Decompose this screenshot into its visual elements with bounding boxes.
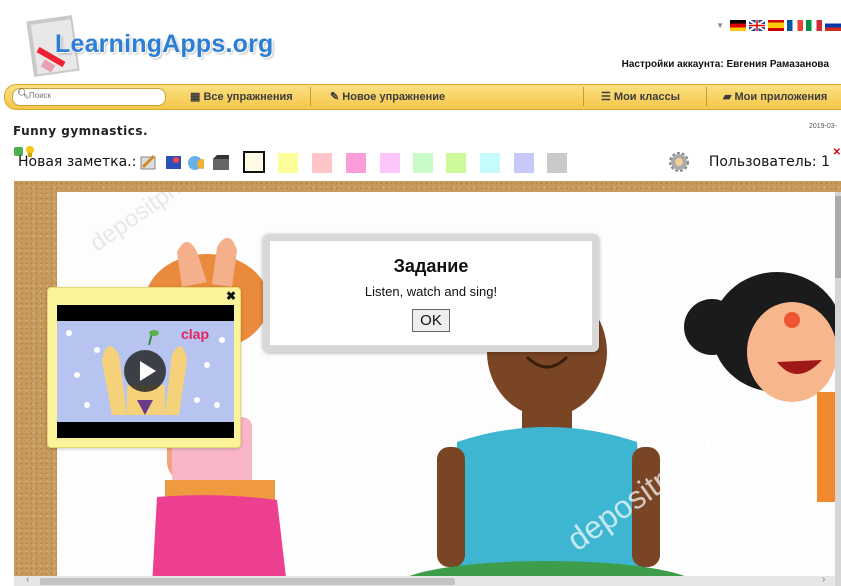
color-swatch[interactable] [413, 153, 433, 173]
flag-en-icon[interactable] [749, 20, 765, 31]
page-title: Funny gymnastics. [13, 124, 149, 138]
color-swatch[interactable] [446, 153, 466, 173]
settings-gear-icon[interactable] [668, 151, 690, 173]
nav-my-apps[interactable]: ▰ Мои приложения [723, 90, 827, 103]
search-icon[interactable]: 🔍︎ [17, 89, 30, 100]
flag-ru-icon[interactable] [825, 20, 841, 31]
flag-fr-icon[interactable] [787, 20, 803, 31]
nav-divider [583, 87, 584, 106]
color-swatch-selected[interactable] [243, 151, 265, 173]
scroll-right-icon[interactable]: › [822, 574, 825, 585]
video-note-icon[interactable] [212, 154, 229, 171]
close-note-icon[interactable]: ✖ [226, 289, 236, 303]
user-count-label: Пользователь: 1 [708, 154, 830, 170]
nav-my-classes[interactable]: ☰ Мои классы [601, 90, 680, 103]
color-swatch[interactable] [278, 153, 298, 173]
flag-de-icon[interactable] [730, 20, 746, 31]
color-swatch[interactable] [480, 153, 500, 173]
play-button[interactable] [124, 350, 166, 392]
nav-divider [310, 87, 311, 106]
search-input[interactable] [29, 89, 159, 102]
color-swatch[interactable] [380, 153, 400, 173]
account-settings-link[interactable]: Настройки аккаунта: Евгения Рамазанова [622, 59, 829, 70]
dropdown-arrow-icon[interactable]: ▼ [716, 21, 724, 30]
grid-icon: ▦ [190, 91, 204, 103]
nav-new-exercise[interactable]: ✎ Новое упражнение [330, 90, 445, 103]
nav-all-exercises[interactable]: ▦ Все упражнения [190, 90, 293, 103]
new-note-label: Новая заметка.: [18, 154, 137, 170]
text-note-icon[interactable] [140, 154, 157, 171]
flag-es-icon[interactable] [768, 20, 784, 31]
color-swatch[interactable] [514, 153, 534, 173]
task-dialog-text: Listen, watch and sing! [364, 284, 498, 299]
color-swatch[interactable] [547, 153, 567, 173]
color-swatch[interactable] [346, 153, 366, 173]
language-selector[interactable]: ▼ [716, 20, 841, 31]
list-icon: ☰ [601, 91, 614, 103]
color-swatch[interactable] [312, 153, 332, 173]
flag-it-icon[interactable] [806, 20, 822, 31]
svg-text:depositphotos: depositphotos [85, 192, 223, 257]
ok-button[interactable]: OK [412, 309, 450, 332]
vertical-scrollbar-thumb[interactable] [835, 196, 841, 278]
nav-divider [706, 87, 707, 106]
horizontal-scrollbar-thumb[interactable] [40, 578, 455, 585]
scroll-left-icon[interactable]: ‹ [26, 574, 29, 585]
pencil-icon: ✎ [330, 91, 343, 103]
folder-icon: ▰ [723, 91, 735, 103]
video-caption: clap [181, 326, 210, 342]
audio-note-icon[interactable] [187, 154, 204, 171]
image-note-icon[interactable] [165, 154, 182, 171]
task-dialog-title: Задание [393, 256, 469, 276]
close-icon[interactable]: ✕ [833, 147, 841, 158]
logo-text[interactable]: LearningApps.org [55, 30, 273, 59]
page-date: 2019-03- [808, 123, 837, 130]
play-icon [140, 361, 156, 381]
